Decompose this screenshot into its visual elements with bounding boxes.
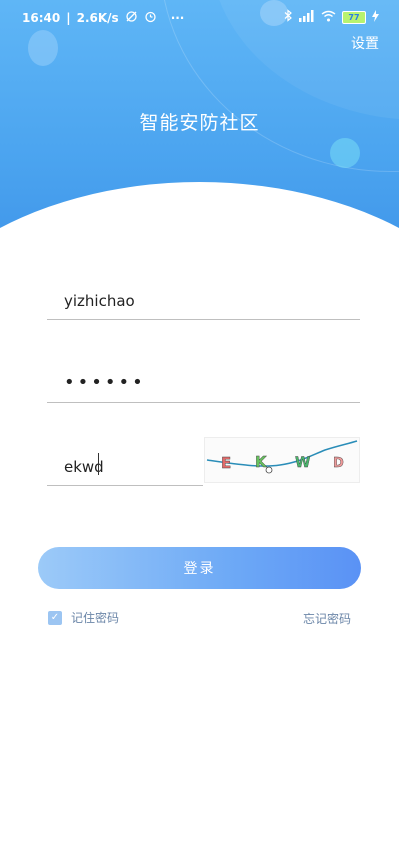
bluetooth-icon: [284, 9, 293, 25]
signal-icon: [299, 9, 315, 25]
status-divider: |: [66, 11, 71, 25]
wifi-icon: [321, 10, 336, 25]
status-bar: 16:40 | 2.6K/s ··· 77: [0, 0, 399, 34]
more-notifications-icon: ···: [170, 11, 185, 25]
settings-link[interactable]: 设置: [351, 33, 379, 53]
username-input[interactable]: [62, 287, 346, 315]
captcha-char: W: [295, 455, 310, 471]
battery-icon: 77: [342, 10, 366, 24]
captcha-char: E: [221, 454, 231, 472]
text-cursor: [98, 453, 99, 475]
charging-icon: [372, 9, 379, 25]
captcha-graphic: E K W D: [206, 440, 358, 474]
decorative-bubble: [28, 30, 58, 66]
login-button[interactable]: 登录: [38, 547, 361, 589]
decorative-bubble: [330, 138, 360, 168]
remember-password-checkbox[interactable]: ✓: [48, 610, 62, 625]
captcha-noise-dot: [265, 466, 273, 474]
status-time: 16:40: [22, 11, 61, 25]
username-field: [47, 281, 360, 320]
captcha-image[interactable]: E K W D: [204, 437, 360, 483]
alarm-icon: [144, 10, 157, 26]
rotation-lock-icon: [125, 10, 138, 26]
password-field: [47, 364, 360, 403]
header-background: [0, 0, 399, 300]
captcha-char: K: [255, 453, 268, 471]
remember-password[interactable]: ✓ 记住密码: [48, 609, 119, 626]
captcha-char: D: [333, 456, 344, 471]
password-input[interactable]: [62, 368, 346, 396]
captcha-input[interactable]: [62, 453, 196, 481]
app-title: 智能安防社区: [139, 112, 260, 134]
captcha-field: [47, 447, 203, 486]
network-speed: 2.6K/s: [76, 11, 119, 25]
remember-password-label: 记住密码: [71, 611, 120, 625]
forgot-password-link[interactable]: 忘记密码: [303, 610, 351, 627]
